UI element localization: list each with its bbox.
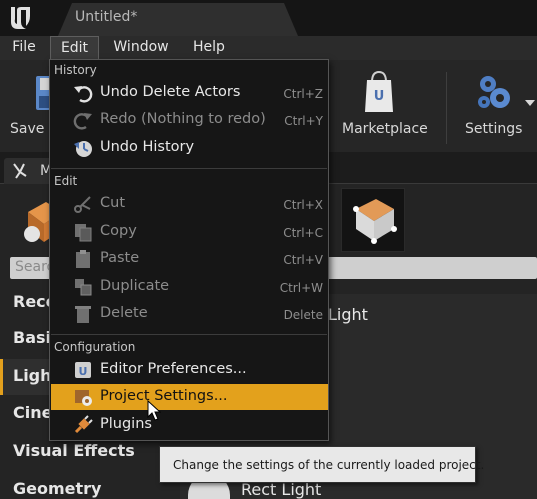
menu-item-label: Delete xyxy=(100,305,148,321)
menu-item-label: Plugins xyxy=(100,416,152,432)
scissors-icon xyxy=(74,196,91,213)
history-icon xyxy=(74,141,92,157)
menu-item-copy[interactable]: Copy Ctrl+C xyxy=(51,219,328,245)
tooltip-text: Change the settings of the currently loa… xyxy=(173,458,485,472)
document-tab[interactable]: Untitled* xyxy=(58,3,298,36)
duplicate-icon xyxy=(75,279,92,296)
menu-item-label: Project Settings... xyxy=(100,388,228,404)
menu-separator xyxy=(51,334,327,335)
settings-label: Settings xyxy=(465,121,523,137)
menu-item-label: Undo History xyxy=(100,139,195,155)
menu-item-label: Redo (Nothing to redo) xyxy=(100,111,266,127)
menu-item-project-settings[interactable]: Project Settings... xyxy=(51,384,328,410)
shortcut-label: Ctrl+Y xyxy=(284,114,323,128)
edit-menu-dropdown: History Undo Delete Actors Ctrl+Z Redo (… xyxy=(49,59,329,441)
undo-icon xyxy=(74,86,93,103)
menu-item-label: Editor Preferences... xyxy=(100,361,247,377)
menu-item-label: Copy xyxy=(100,223,137,239)
svg-text:U: U xyxy=(79,365,88,378)
geometry-mode-button[interactable] xyxy=(341,188,405,252)
shortcut-label: Ctrl+V xyxy=(283,253,323,267)
tab-title: Untitled* xyxy=(75,9,138,25)
project-settings-icon xyxy=(75,390,92,406)
menu-file[interactable]: File xyxy=(4,36,44,60)
preferences-icon: U xyxy=(75,362,91,378)
menu-item-undo[interactable]: Undo Delete Actors Ctrl+Z xyxy=(51,80,328,106)
menu-item-duplicate[interactable]: Duplicate Ctrl+W xyxy=(51,274,328,300)
shortcut-label: Ctrl+Z xyxy=(283,87,323,101)
shortcut-label: Ctrl+X xyxy=(283,198,323,212)
gears-icon xyxy=(478,76,510,108)
menu-item-label: Paste xyxy=(100,250,140,266)
redo-icon xyxy=(73,113,92,130)
shortcut-label: Delete xyxy=(283,308,323,322)
menu-item-label: Duplicate xyxy=(100,278,170,294)
copy-icon xyxy=(75,224,92,242)
toolbar-separator xyxy=(446,72,447,144)
category-geometry[interactable]: Geometry xyxy=(0,472,180,499)
section-header-edit: Edit xyxy=(54,174,78,188)
menu-item-editor-preferences[interactable]: U Editor Preferences... xyxy=(51,357,328,383)
mouse-cursor-icon xyxy=(147,400,161,421)
menu-item-undo-history[interactable]: Undo History xyxy=(51,135,328,161)
menu-window[interactable]: Window xyxy=(105,36,177,60)
modes-icon xyxy=(13,163,27,179)
menu-edit[interactable]: Edit xyxy=(50,36,99,60)
list-item[interactable]: Light xyxy=(328,305,368,324)
geometry-edit-icon xyxy=(353,199,397,244)
menu-item-paste[interactable]: Paste Ctrl+V xyxy=(51,246,328,272)
section-header-history: History xyxy=(54,63,97,77)
section-header-configuration: Configuration xyxy=(54,340,136,354)
unreal-logo-icon[interactable] xyxy=(6,4,34,32)
svg-text:U: U xyxy=(374,89,385,104)
trash-icon xyxy=(75,306,91,323)
title-bar: Untitled* xyxy=(0,0,537,36)
menu-item-redo[interactable]: Redo (Nothing to redo) Ctrl+Y xyxy=(51,107,328,133)
paste-icon xyxy=(76,250,90,268)
tooltip: Change the settings of the currently loa… xyxy=(159,446,484,483)
menu-item-cut[interactable]: Cut Ctrl+X xyxy=(51,191,328,217)
menu-help[interactable]: Help xyxy=(184,36,234,60)
chevron-down-icon xyxy=(525,100,535,106)
plug-icon xyxy=(74,415,93,434)
marketplace-label: Marketplace xyxy=(342,121,428,137)
menu-item-label: Cut xyxy=(100,195,125,211)
shortcut-label: Ctrl+W xyxy=(279,281,323,295)
menu-bar: File Edit Window Help xyxy=(0,36,537,60)
menu-item-delete[interactable]: Delete Delete xyxy=(51,301,328,327)
shortcut-label: Ctrl+C xyxy=(283,226,323,240)
menu-item-plugins[interactable]: Plugins xyxy=(51,412,328,438)
shopping-bag-icon: U xyxy=(365,70,393,112)
menu-item-label: Undo Delete Actors xyxy=(100,84,241,100)
menu-separator xyxy=(51,168,327,169)
